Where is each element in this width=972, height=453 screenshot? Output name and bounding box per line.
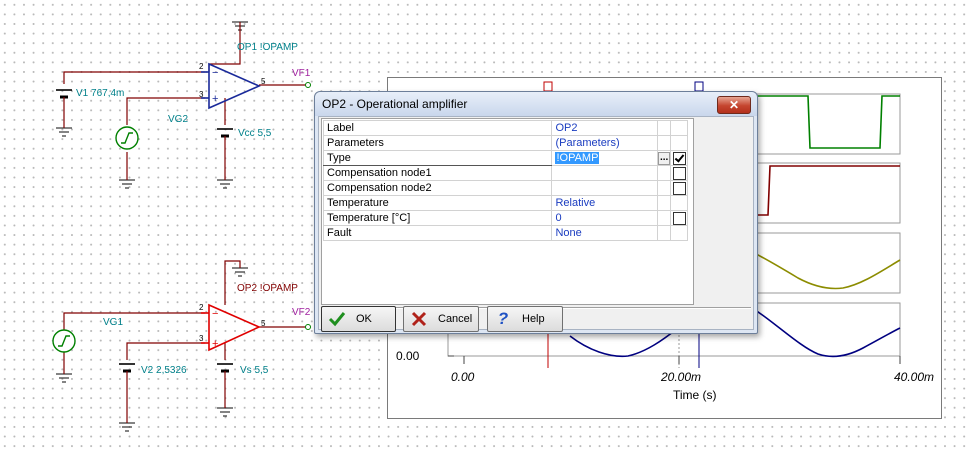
close-button[interactable]: ✕: [717, 96, 751, 114]
red-trace: [748, 165, 900, 216]
help-label: Help: [522, 313, 545, 325]
op1-opamp: [201, 62, 261, 110]
property-name: Temperature [°C]: [322, 210, 553, 226]
minus-sign: −: [212, 308, 219, 320]
plus-sign: +: [212, 338, 219, 350]
table-row[interactable]: Temperature Relative: [322, 195, 688, 211]
vf1-label: VF1: [292, 68, 311, 79]
op2-label: OP2 !OPAMP: [237, 283, 298, 294]
minus-sign: −: [212, 67, 219, 79]
property-name: Compensation node2: [322, 180, 553, 196]
property-name: Fault: [322, 225, 553, 241]
opamp-properties-dialog: OP2 - Operational amplifier ✕ Label OP2 …: [314, 91, 758, 334]
property-name: Temperature: [322, 195, 553, 211]
close-icon: ✕: [728, 98, 740, 112]
property-name: Parameters: [322, 135, 553, 151]
vs-label: Vs 5,5: [240, 365, 269, 376]
dialog-title: OP2 - Operational amplifier: [322, 97, 468, 111]
property-value[interactable]: None: [551, 225, 659, 241]
table-row[interactable]: Fault None: [322, 225, 688, 241]
pin-label: 5: [261, 319, 266, 328]
vg2-label: VG2: [168, 114, 189, 125]
property-table: Label OP2 Parameters (Parameters) Type !…: [322, 120, 688, 241]
x-tick-label: 20.00m: [661, 370, 702, 384]
table-row[interactable]: Label OP2: [322, 120, 688, 136]
pin-label: 3: [199, 334, 204, 343]
property-name: Compensation node1: [322, 165, 553, 181]
vf2-label: VF2: [292, 307, 311, 318]
op1-label: OP1 !OPAMP: [237, 42, 298, 53]
vcc-label: Vcc 5,5: [238, 128, 272, 139]
temperature-checkbox[interactable]: [672, 211, 686, 225]
x-tick-label: 40.00m: [894, 370, 935, 384]
x-tick-label: 0.00: [451, 370, 475, 384]
type-value-input[interactable]: !OPAMP: [555, 152, 600, 164]
generator-icons: [52, 126, 139, 353]
dialog-titlebar[interactable]: OP2 - Operational amplifier ✕: [315, 92, 757, 116]
v2-label: V2 2,5326: [141, 365, 187, 376]
pin-label: 2: [199, 303, 204, 312]
browse-button[interactable]: ...: [658, 151, 671, 165]
pin-label: 5: [261, 77, 266, 86]
pin-label: 2: [199, 62, 204, 71]
table-row[interactable]: Compensation node2: [322, 180, 688, 196]
help-icon: ?: [497, 309, 509, 328]
type-checkbox[interactable]: [672, 151, 686, 165]
property-value[interactable]: [551, 180, 659, 196]
property-value[interactable]: [551, 165, 659, 181]
table-row[interactable]: Temperature [°C] 0: [322, 210, 688, 226]
checkmark-icon: [328, 310, 346, 328]
dialog-client: Label OP2 Parameters (Parameters) Type !…: [318, 116, 754, 332]
compensation-node1-checkbox[interactable]: [672, 166, 686, 180]
property-value[interactable]: OP2: [551, 120, 659, 136]
battery-icons: [56, 89, 233, 373]
compensation-node2-checkbox[interactable]: [672, 181, 686, 195]
cancel-x-icon: [410, 310, 428, 328]
help-button[interactable]: ? Help: [487, 306, 563, 332]
ok-button[interactable]: OK: [321, 306, 396, 332]
ok-label: OK: [356, 313, 372, 325]
op2-opamp: [201, 303, 261, 352]
property-value[interactable]: 0: [551, 210, 659, 226]
property-name: Type: [322, 150, 553, 166]
table-row[interactable]: Compensation node1: [322, 165, 688, 181]
property-value[interactable]: Relative: [551, 195, 659, 211]
v1-label: V1 767,4m: [76, 88, 125, 99]
table-row[interactable]: Parameters (Parameters): [322, 135, 688, 151]
x-axis-label: Time (s): [673, 388, 717, 402]
cancel-label: Cancel: [438, 313, 473, 325]
property-name: Label: [322, 120, 553, 136]
property-value[interactable]: (Parameters): [551, 135, 659, 151]
y-tick-label: 0.00: [396, 349, 420, 363]
pin-label: 3: [199, 90, 204, 99]
wires: [63, 22, 306, 423]
plus-sign: +: [212, 93, 219, 105]
table-row-selected[interactable]: Type !OPAMP ...: [322, 150, 688, 166]
vg1-label: VG1: [103, 317, 124, 328]
cancel-button[interactable]: Cancel: [403, 306, 479, 332]
